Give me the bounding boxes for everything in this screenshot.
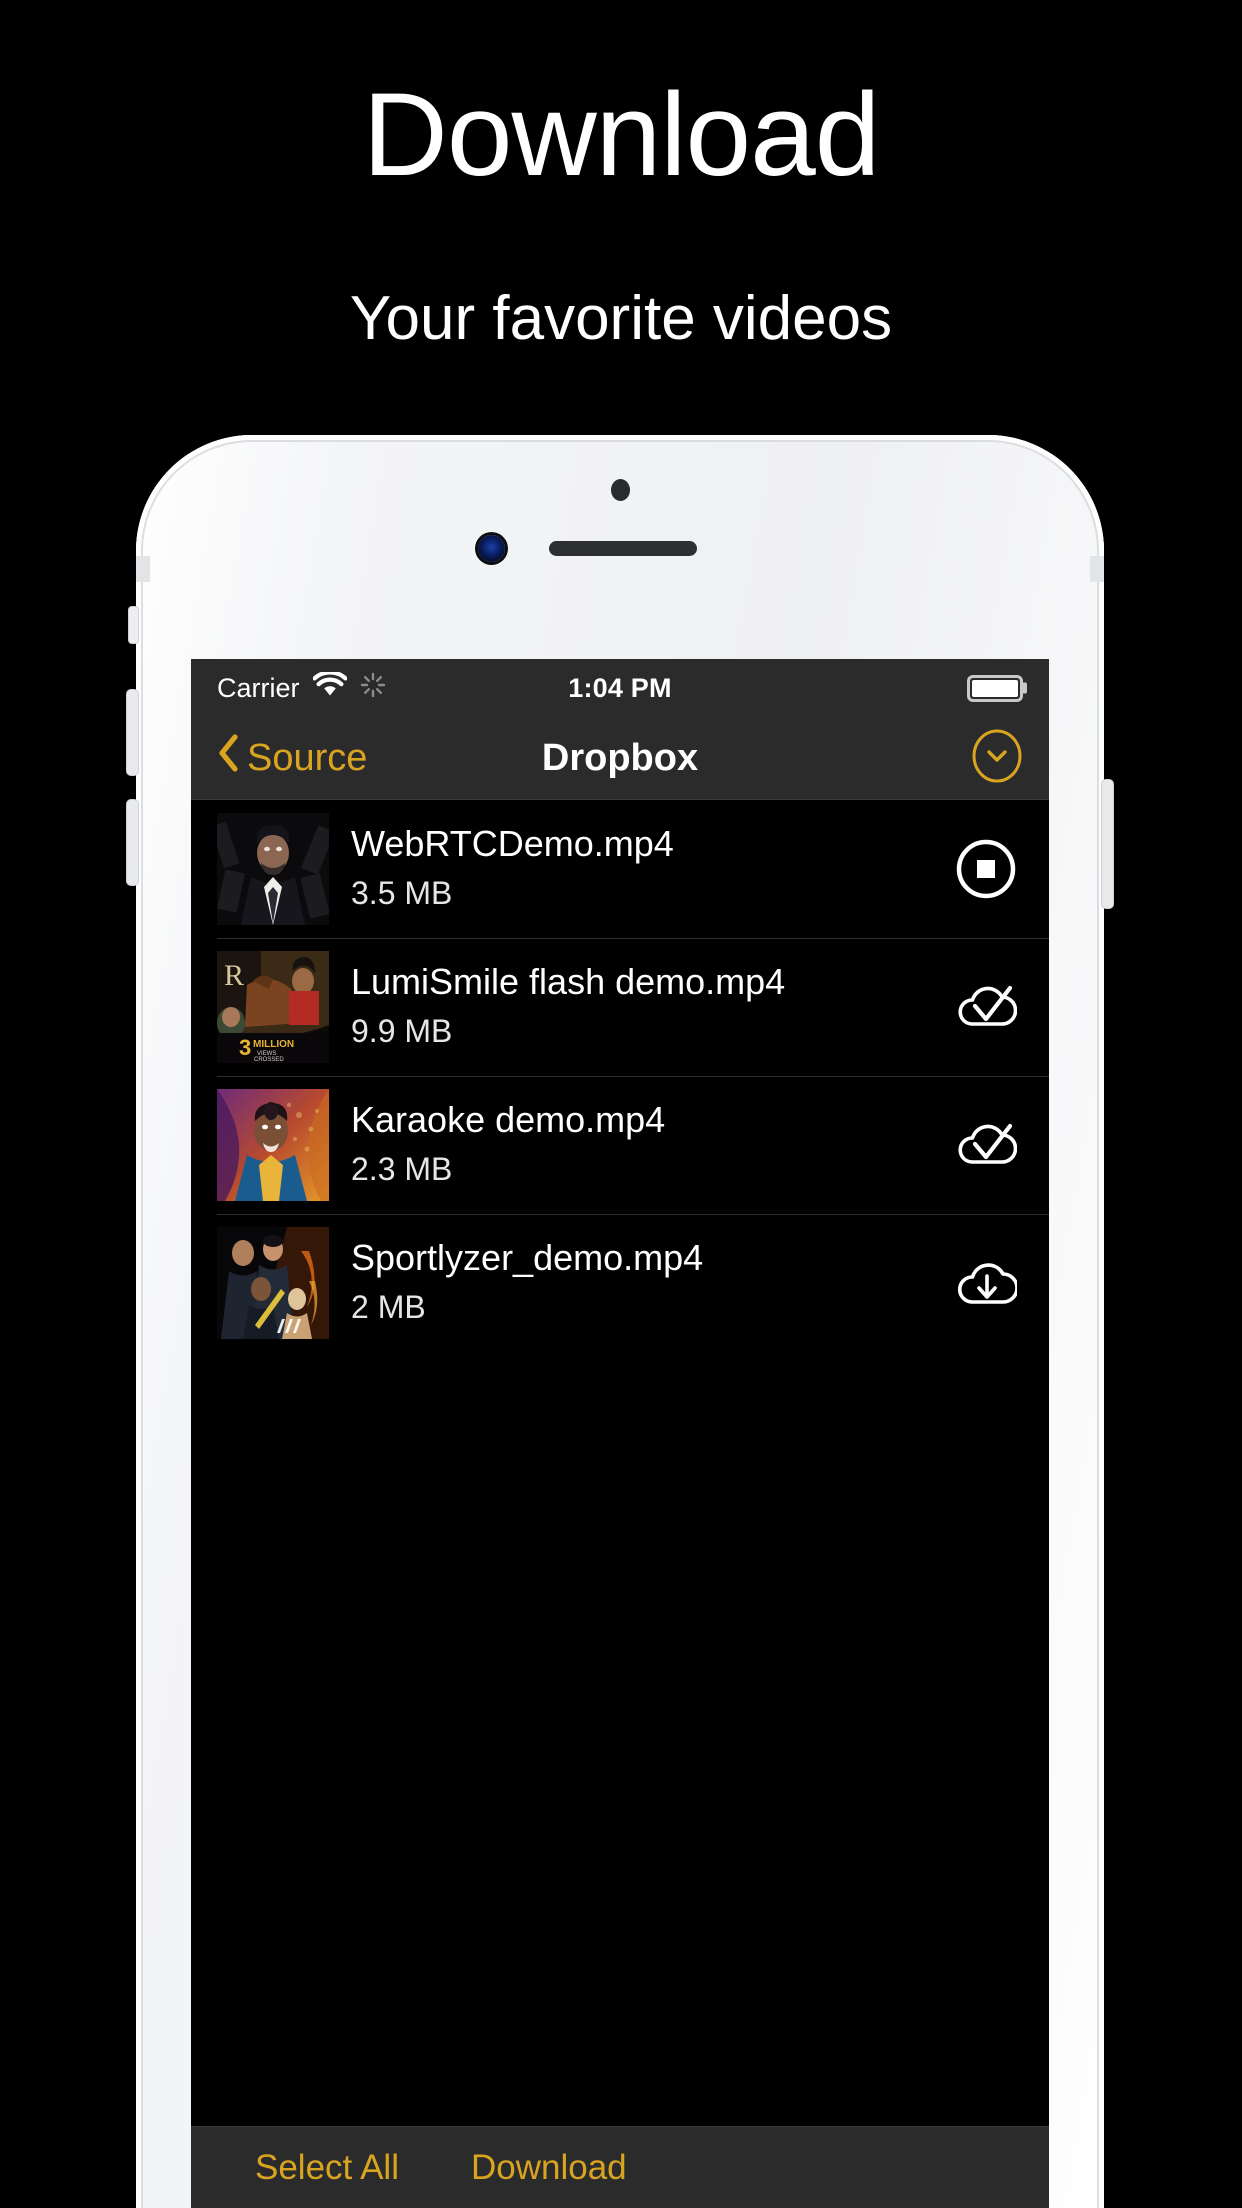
activity-spinner-icon	[360, 672, 386, 705]
file-name: Sportlyzer_demo.mp4	[351, 1237, 704, 1279]
svg-text:MILLION: MILLION	[253, 1039, 294, 1050]
thumb-karaoke	[217, 1089, 329, 1201]
volume-up-button[interactable]	[127, 690, 138, 775]
carrier-label: Carrier	[217, 672, 300, 703]
file-size: 3.5 MB	[351, 874, 453, 911]
antenna-band-right	[1090, 556, 1104, 582]
file-size: 9.9 MB	[351, 1012, 453, 1049]
page-subtitle: Your favorite videos	[349, 284, 893, 353]
file-meta: WebRTCDemo.mp4 3.5 MB	[329, 823, 949, 915]
file-size: 2 MB	[351, 1288, 426, 1325]
table-row[interactable]: Sportlyzer_demo.mp4 2 MB	[191, 1214, 1049, 1352]
file-name: Karaoke demo.mp4	[351, 1099, 666, 1141]
svg-text:R: R	[224, 959, 244, 992]
mute-switch[interactable]	[129, 607, 138, 643]
svg-text:CROSSED: CROSSED	[254, 1057, 284, 1063]
cloud-download-icon[interactable]	[949, 1256, 1023, 1310]
front-camera	[478, 535, 505, 562]
antenna-band-left	[136, 556, 150, 582]
svg-text:3: 3	[239, 1035, 251, 1060]
download-button[interactable]: Download	[471, 2148, 627, 2188]
status-bar-right	[967, 674, 1023, 702]
volume-down-button[interactable]	[127, 800, 138, 885]
wifi-icon	[311, 669, 348, 705]
battery-full-icon	[967, 674, 1023, 702]
source-menu-button[interactable]	[971, 728, 1023, 789]
thumb-sportlyzer	[217, 1227, 329, 1339]
back-button[interactable]: Source	[217, 734, 367, 782]
back-button-label: Source	[247, 736, 368, 779]
cloud-check-icon[interactable]	[949, 980, 1023, 1034]
cloud-check-icon[interactable]	[949, 1118, 1023, 1172]
proximity-sensor	[611, 479, 630, 501]
earpiece-speaker	[549, 541, 697, 556]
table-row[interactable]: R 3 MILLION VIEWS CROSSED LumiSmile flas…	[191, 938, 1049, 1076]
file-size: 2.3 MB	[351, 1150, 453, 1187]
status-bar: Carrier 1:04 PM	[191, 659, 1049, 717]
file-name: WebRTCDemo.mp4	[351, 823, 674, 865]
page-title: Download	[362, 69, 881, 201]
select-all-button[interactable]: Select All	[255, 2148, 399, 2188]
bottom-toolbar: Select All Download	[191, 2126, 1049, 2208]
thumb-webrtc	[217, 813, 329, 925]
navigation-bar: Source Dropbox	[191, 717, 1049, 800]
chevron-down-circle-icon	[971, 728, 1023, 789]
status-bar-left: Carrier	[217, 669, 386, 705]
chevron-left-icon	[217, 734, 239, 782]
stop-download-icon[interactable]	[949, 838, 1023, 900]
table-row[interactable]: WebRTCDemo.mp4 3.5 MB	[191, 800, 1049, 938]
power-button[interactable]	[1102, 780, 1113, 908]
table-row[interactable]: Karaoke demo.mp4 2.3 MB	[191, 1076, 1049, 1214]
file-list: WebRTCDemo.mp4 3.5 MB R 3 MILLION VIEWS …	[191, 800, 1049, 1352]
file-meta: Sportlyzer_demo.mp4 2 MB	[329, 1237, 949, 1329]
file-name: LumiSmile flash demo.mp4	[351, 961, 786, 1003]
battery-fill	[972, 679, 1018, 697]
screenshot-stage: Download Your favorite videos Carrier 1:…	[0, 0, 1242, 2208]
file-meta: LumiSmile flash demo.mp4 9.9 MB	[329, 961, 949, 1053]
file-meta: Karaoke demo.mp4 2.3 MB	[329, 1099, 949, 1191]
device-screen: Carrier 1:04 PM Source Dropbox WebRTCDem…	[191, 659, 1049, 2208]
thumb-lumismile: R 3 MILLION VIEWS CROSSED	[217, 951, 329, 1063]
